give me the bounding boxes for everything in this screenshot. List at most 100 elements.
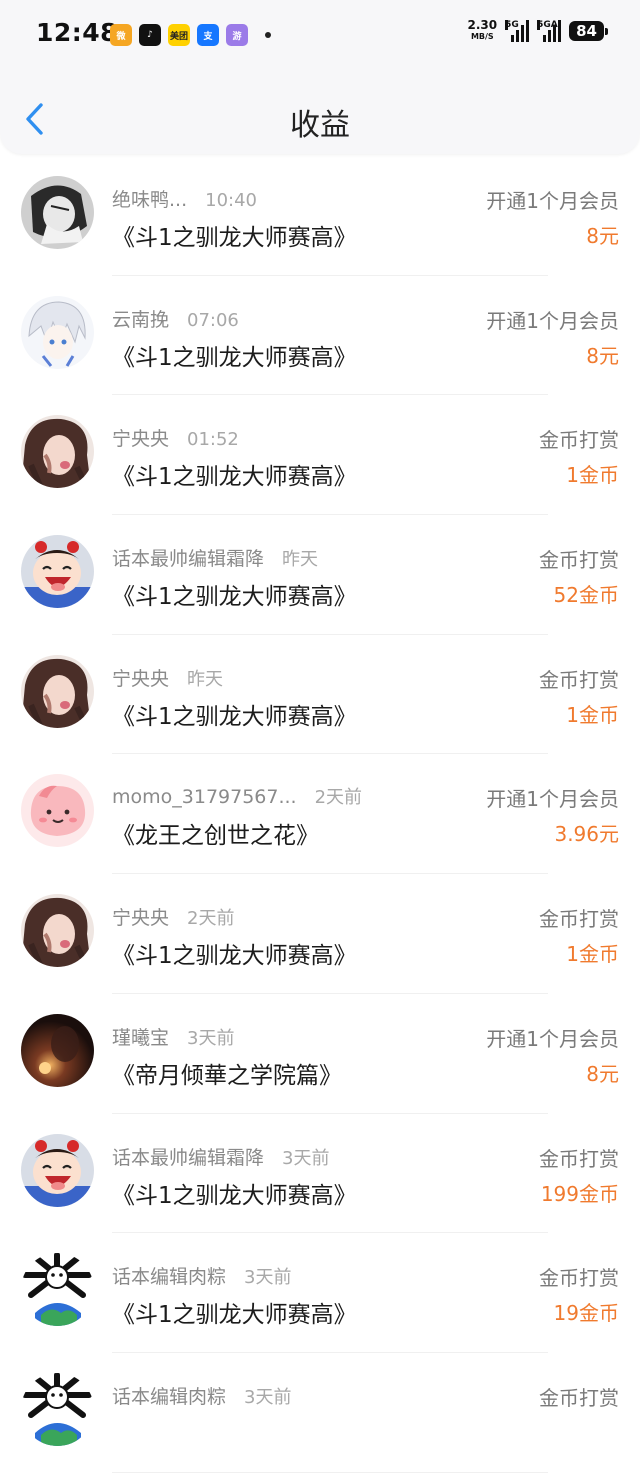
earning-amount: 199金币 [540,1181,619,1206]
user-name-text: 话本最帅编辑霜降 [112,548,265,571]
earning-amount: 52金币 [553,583,619,608]
earning-type: 金币打赏 [539,667,619,692]
book-title: 《斗1之驯龙大师赛高》 [112,703,357,730]
earning-type: 开通1个月会员 [486,308,619,333]
list-item[interactable]: 宁央央 昨天《斗1之驯龙大师赛高》 金币打赏 1金币 [0,635,640,755]
timestamp: 10:40 [205,190,257,211]
user-name: 话本编辑肉粽 3天前 [112,1262,291,1289]
user-name: 绝味鸭... 10:40 [112,185,257,212]
avatar[interactable] [21,295,94,369]
status-bar: 12:48 微 ♪ 美团支游 2.30 MB/S 5G 5GA 84 [0,0,640,70]
user-name: 话本编辑肉粽 3天前 [112,1382,291,1409]
timestamp: 3天前 [244,1267,292,1289]
list-item[interactable]: 瑾曦宝 3天前《帝月倾華之学院篇》 开通1个月会员 8元 [0,994,640,1114]
user-name-text: 宁央央 [112,428,170,451]
earning-type: 开通1个月会员 [486,1026,619,1051]
avatar[interactable] [21,654,94,728]
earnings-list: 绝味鸭... 10:40 《斗1之驯龙大师赛高》 开通1个月会员 8元 云南挽 07:06 《… [0,156,640,1473]
user-name: 话本最帅编辑霜降 昨天 [112,544,318,571]
avatar[interactable] [21,894,94,968]
earning-type: 金币打赏 [539,1266,619,1291]
avatar[interactable] [21,535,94,609]
user-name-text: momo_31797567... [112,786,297,809]
timestamp: 2天前 [314,787,363,809]
user-name: 瑾曦宝 3天前 [112,1023,234,1050]
earning-type: 金币打赏 [539,1146,619,1171]
signal-5ga-label: 5GA [537,20,558,30]
top-header: 12:48 微 ♪ 美团支游 2.30 MB/S 5G 5GA 84 收益 [0,0,640,154]
earning-amount: 8元 [586,343,619,368]
list-item[interactable]: 宁央央 01:52 《斗1之驯龙大师赛高》 金币打赏 1金币 [0,395,640,516]
user-name-text: 宁央央 [112,667,170,690]
earning-type: 开通1个月会员 [486,189,619,213]
user-name: 宁央央 2天前 [112,903,234,930]
signal-5ga-icon: 5GA [537,20,562,42]
notification-app-icons: 微 ♪ 美团支游 [110,24,271,46]
user-name-text: 绝味鸭... [112,189,188,211]
user-name-text: 瑾曦宝 [112,1026,170,1049]
earning-type: 金币打赏 [539,907,619,932]
timestamp: 3天前 [282,1147,330,1169]
avatar[interactable] [21,415,94,489]
list-item[interactable]: 话本编辑肉粽 3天前《斗1之驯龙大师赛高》 金币打赏 19金币 [0,1233,640,1353]
avatar[interactable] [21,1253,94,1327]
user-name-text: 话本最帅编辑霜降 [112,1146,265,1169]
book-title: 《龙王之创世之花》 [112,823,319,850]
user-name-text: 宁央央 [112,907,170,930]
list-item[interactable]: 话本最帅编辑霜降 昨天《斗1之驯龙大师赛高》 金币打赏 52金币 [0,515,640,635]
user-name: 宁央央 01:52 [112,424,239,451]
earning-amount: 3.96元 [554,822,619,847]
network-speed-value: 2.30 [467,18,498,32]
earning-type: 金币打赏 [539,1385,619,1410]
earning-amount: 19金币 [553,1301,619,1326]
user-name: 话本最帅编辑霜降 3天前 [112,1143,329,1170]
timestamp: 2天前 [187,908,235,930]
list-item[interactable]: 宁央央 2天前 《斗1之驯龙大师赛高》 金币打赏 1金币 [0,874,640,994]
book-title: 《斗1之驯龙大师赛高》 [112,1302,357,1329]
avatar[interactable] [21,1372,94,1446]
signal-5g-icon: 5G [505,20,530,42]
network-speed-unit: MB/S [470,32,494,41]
earning-type: 开通1个月会员 [486,787,619,812]
book-title: 《斗1之驯龙大师赛高》 [112,225,357,251]
timestamp: 3天前 [244,1386,292,1408]
earning-amount: 1金币 [566,463,619,488]
book-title: 《斗1之驯龙大师赛高》 [112,344,357,371]
user-name-text: 话本编辑肉粽 [112,1385,227,1408]
status-clock: 12:48 [36,18,119,47]
avatar[interactable] [21,176,94,249]
avatar[interactable] [21,774,94,848]
book-title: 《斗1之驯龙大师赛高》 [112,464,357,491]
book-title: 《帝月倾華之学院篇》 [112,1062,342,1089]
timestamp: 昨天 [282,549,319,571]
list-item[interactable]: momo_31797567... 2天前《龙王之创世之花》 开通1个月会员 3.96元 [0,754,640,875]
timestamp: 01:52 [187,429,239,451]
divider [112,1471,548,1473]
more-notifications-dot [265,32,271,38]
avatar[interactable] [21,1013,94,1087]
user-name: momo_31797567... 2天前 [112,783,362,809]
timestamp: 3天前 [187,1027,235,1049]
book-title: 《斗1之驯龙大师赛高》 [112,584,357,611]
earning-type: 金币打赏 [539,428,619,453]
game-icon: 游 [226,24,248,46]
battery-level: 84 [576,22,597,40]
earning-amount: 1金币 [566,702,619,727]
meituan-icon: 美团 [168,24,190,46]
timestamp: 07:06 [187,309,239,331]
network-speed: 2.30 MB/S [467,18,498,42]
signal-5g-label: 5G [505,20,519,30]
status-indicators: 2.30 MB/S 5G 5GA 84 [467,18,608,42]
list-item[interactable]: 云南挽 07:06 《斗1之驯龙大师赛高》 开通1个月会员 8元 [0,276,640,396]
user-name: 云南挽 07:06 [112,305,239,332]
avatar[interactable] [21,1133,94,1207]
list-item[interactable]: 绝味鸭... 10:40 《斗1之驯龙大师赛高》 开通1个月会员 8元 [0,156,640,276]
list-item[interactable]: 话本编辑肉粽 3天前 金币打赏 [0,1353,640,1473]
alipay-icon: 支 [197,24,219,46]
earning-type: 金币打赏 [539,548,619,573]
user-name: 宁央央 昨天 [112,664,223,691]
earning-amount: 8元 [586,1061,619,1086]
list-item[interactable]: 话本最帅编辑霜降 3天前 《斗1之驯龙大师赛高》 金币打赏 199金币 [0,1114,640,1234]
earning-amount: 8元 [586,224,619,248]
page-title: 收益 [290,108,350,143]
